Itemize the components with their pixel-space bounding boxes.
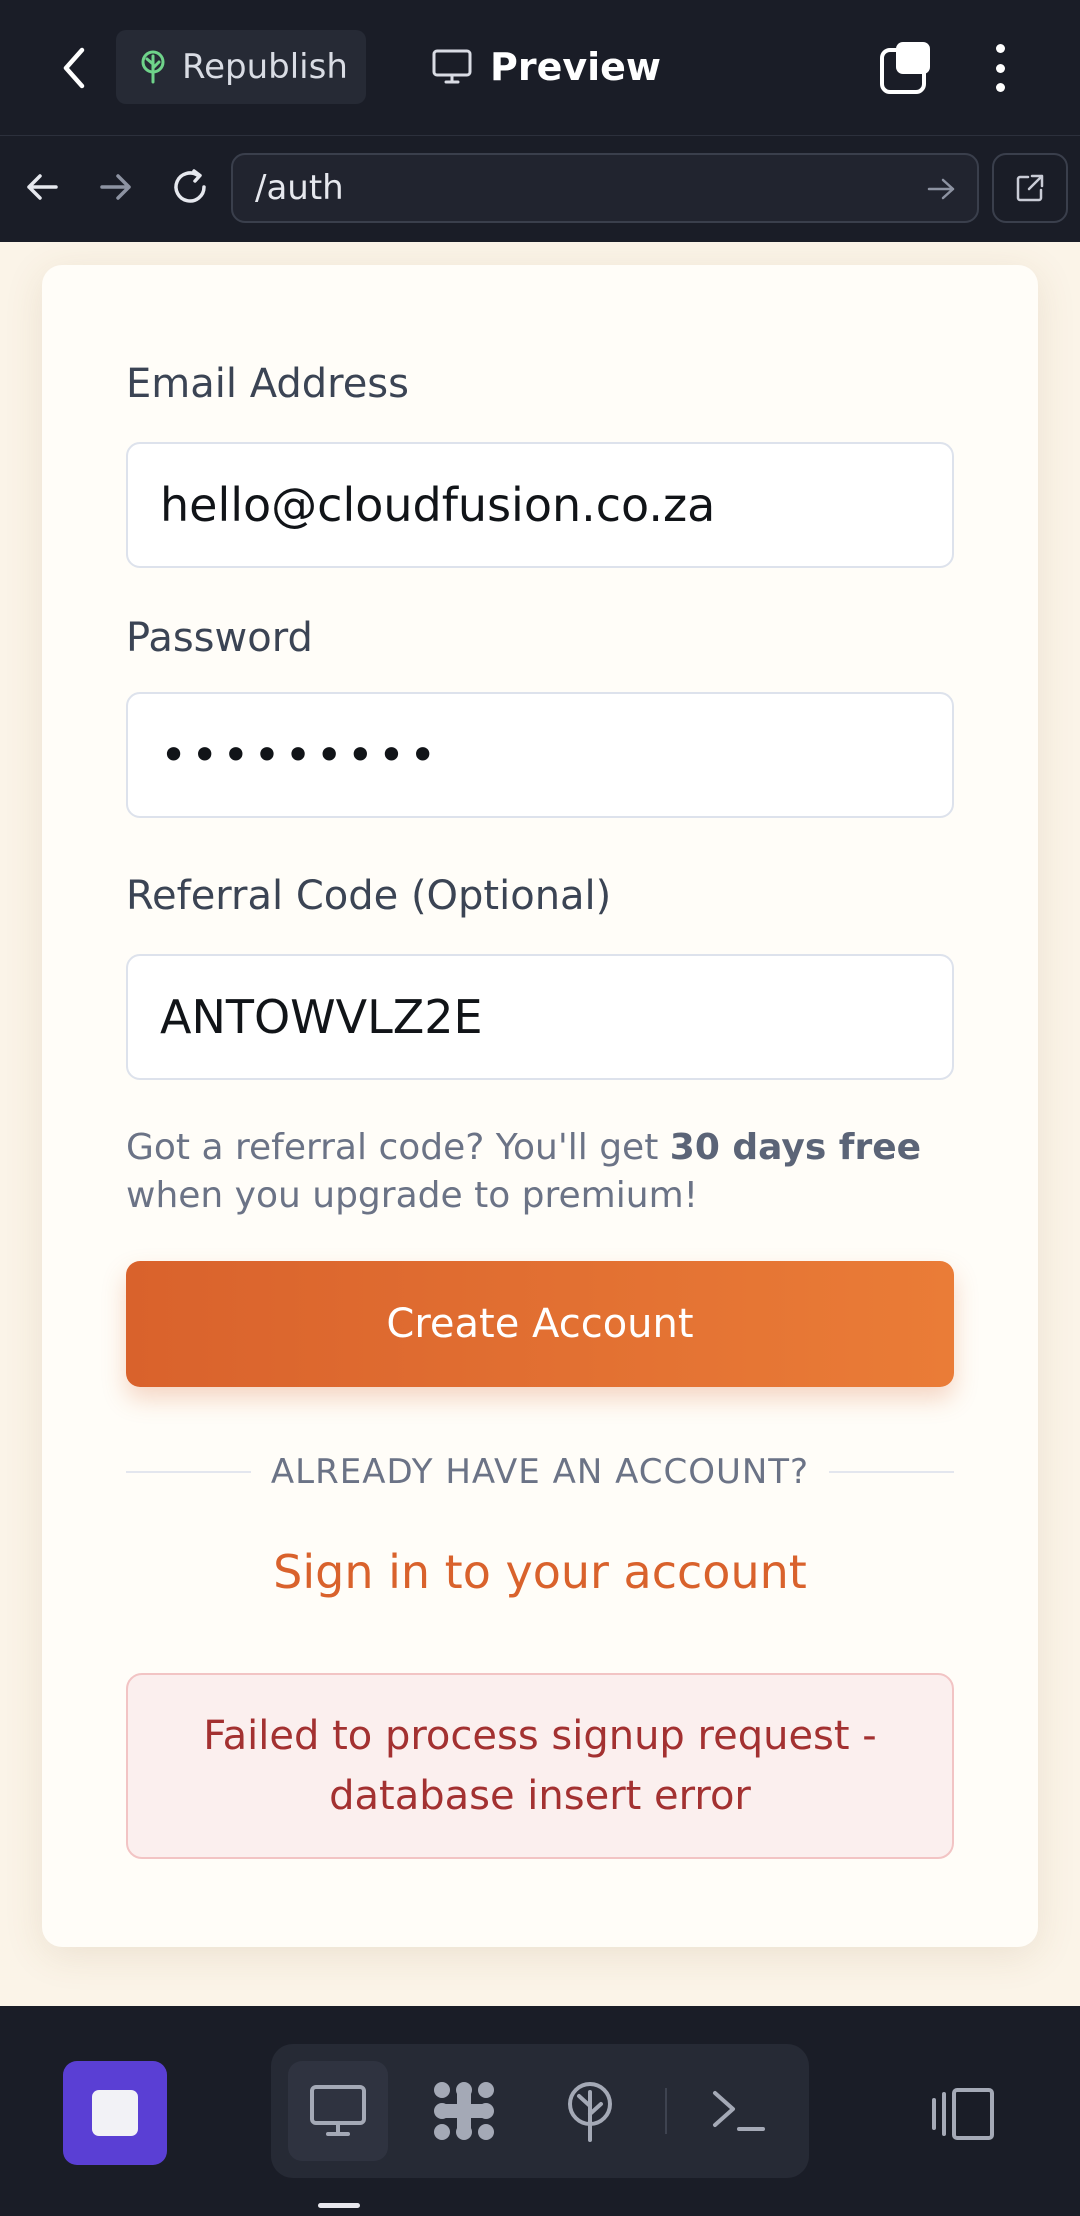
reload-button[interactable] [162, 159, 218, 215]
preview-title: Preview [432, 30, 661, 104]
hint-suffix: when you upgrade to premium! [126, 1175, 699, 1216]
stop-button[interactable] [63, 2061, 167, 2165]
terminal-tool[interactable] [689, 2061, 789, 2161]
password-label: Password [126, 615, 313, 661]
arrow-right-icon [100, 174, 131, 200]
divider-line [126, 1471, 251, 1473]
tree-icon [141, 50, 165, 84]
tool-group [271, 2044, 809, 2178]
republish-button[interactable]: Republish [116, 30, 366, 104]
signup-card: Email Address hello@cloudfusion.co.za Pa… [42, 265, 1038, 1947]
divider: ALREADY HAVE AN ACCOUNT? [126, 1447, 955, 1497]
network-tool[interactable] [414, 2061, 514, 2161]
arrow-left-icon [27, 174, 58, 200]
tool-separator [665, 2088, 667, 2134]
divider-line [829, 1471, 955, 1473]
kebab-icon [995, 44, 1005, 53]
referral-value: ANTOWVLZ2E [160, 990, 483, 1044]
deploy-tool[interactable] [540, 2061, 640, 2161]
back-button[interactable] [52, 40, 96, 96]
referral-label: Referral Code (Optional) [126, 873, 612, 919]
tabs-button[interactable] [878, 40, 934, 96]
preview-label: Preview [490, 45, 662, 89]
preview-viewport: Email Address hello@cloudfusion.co.za Pa… [0, 242, 1080, 2006]
hint-prefix: Got a referral code? You'll get [126, 1127, 670, 1168]
external-link-icon [1016, 174, 1044, 202]
error-message: Failed to process signup request - datab… [203, 1713, 877, 1819]
chevron-left-icon [63, 47, 85, 89]
error-alert: Failed to process signup request - datab… [126, 1673, 954, 1859]
deploy-icon [568, 2082, 612, 2142]
sign-in-link[interactable]: Sign in to your account [126, 1545, 954, 1599]
hint-bold: 30 days free [669, 1127, 922, 1168]
email-label: Email Address [126, 361, 409, 407]
home-indicator [318, 2203, 360, 2208]
app-header: Republish Preview [0, 0, 1080, 136]
kebab-dot [995, 63, 1005, 73]
email-value: hello@cloudfusion.co.za [160, 478, 716, 532]
referral-code-field[interactable]: ANTOWVLZ2E [126, 954, 954, 1080]
email-field[interactable]: hello@cloudfusion.co.za [126, 442, 954, 568]
monitor-icon [310, 2085, 366, 2136]
url-text: /auth [255, 168, 344, 208]
create-account-button[interactable]: Create Account [126, 1261, 954, 1387]
tabs-icon [880, 42, 930, 94]
desktop-preview-tool[interactable] [288, 2061, 388, 2161]
republish-label: Republish [182, 47, 348, 87]
more-menu-button[interactable] [980, 40, 1020, 96]
stop-icon [92, 2090, 138, 2136]
browser-nav-bar: /auth [0, 137, 1080, 242]
referral-hint: Got a referral code? You'll get 30 days … [126, 1124, 954, 1220]
open-external-button[interactable] [992, 153, 1068, 223]
create-account-label: Create Account [386, 1301, 694, 1347]
nav-back-button[interactable] [14, 159, 70, 215]
bottom-toolbar [0, 2006, 1080, 2216]
divider-text: ALREADY HAVE AN ACCOUNT? [270, 1452, 810, 1492]
password-field[interactable]: ••••••••• [126, 692, 954, 818]
network-icon [434, 2082, 494, 2140]
reload-icon [174, 169, 206, 203]
arrow-right-icon[interactable] [923, 171, 959, 207]
monitor-icon [432, 49, 472, 84]
terminal-icon [713, 2091, 765, 2131]
panel-icon [932, 2088, 994, 2140]
nav-forward-button[interactable] [88, 159, 144, 215]
password-value: ••••••••• [160, 728, 441, 782]
kebab-dot [995, 83, 1005, 92]
panel-toggle-button[interactable] [930, 2086, 998, 2146]
url-bar[interactable]: /auth [231, 153, 979, 223]
